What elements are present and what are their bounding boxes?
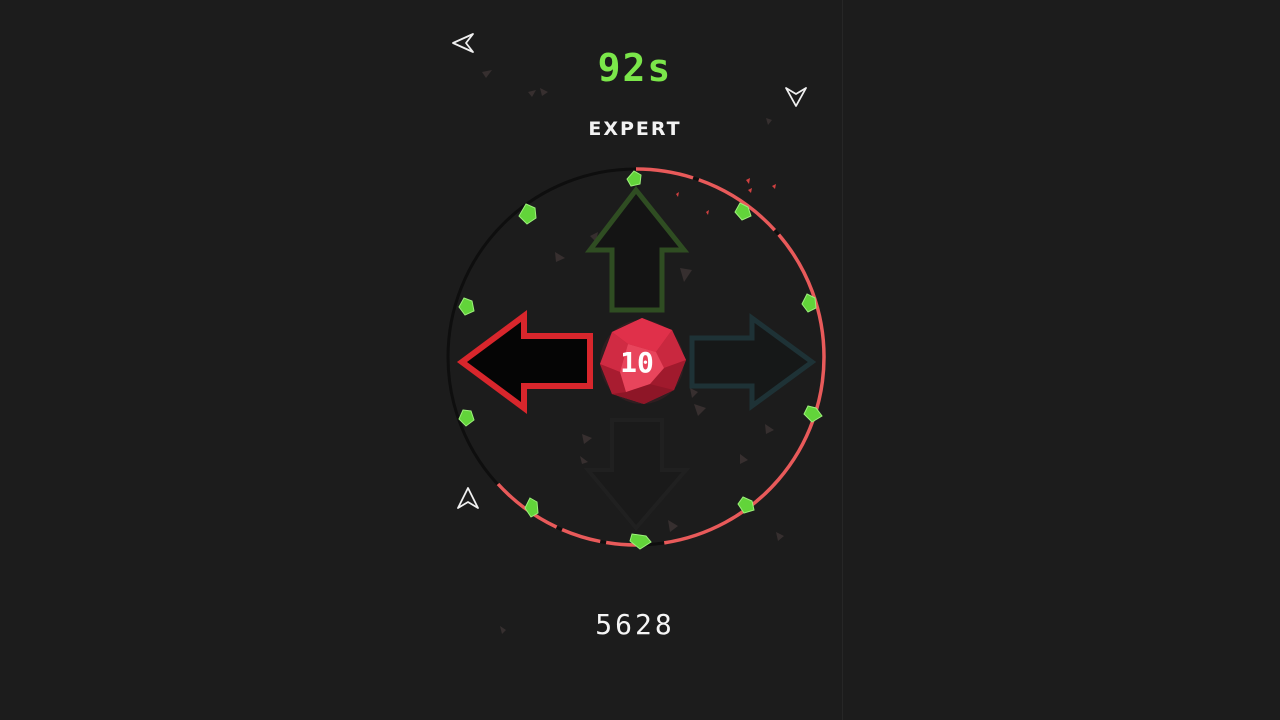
ship-icon [457, 487, 479, 509]
right-arrow-button[interactable] [689, 313, 817, 411]
up-arrow-button[interactable] [584, 185, 690, 313]
score-display: 5628 [595, 608, 675, 641]
red-sparks [676, 178, 776, 215]
gem-icon [803, 405, 823, 423]
ship-icon [785, 87, 807, 107]
timer-display: 92s [597, 46, 673, 90]
ship-icon [452, 33, 474, 53]
gem-icon [626, 170, 642, 187]
left-arrow-button[interactable] [456, 310, 593, 414]
game-stage: 10 92s EXPERT 5628 [0, 0, 1280, 720]
core-crystal: 10 [600, 318, 686, 404]
gem-icon [629, 533, 652, 550]
gem-icon [524, 497, 539, 518]
gem-icon [737, 496, 755, 514]
core-count: 10 [620, 346, 654, 379]
down-arrow-button[interactable] [583, 418, 691, 532]
difficulty-label: EXPERT [588, 118, 682, 140]
gem-icon [458, 297, 475, 316]
